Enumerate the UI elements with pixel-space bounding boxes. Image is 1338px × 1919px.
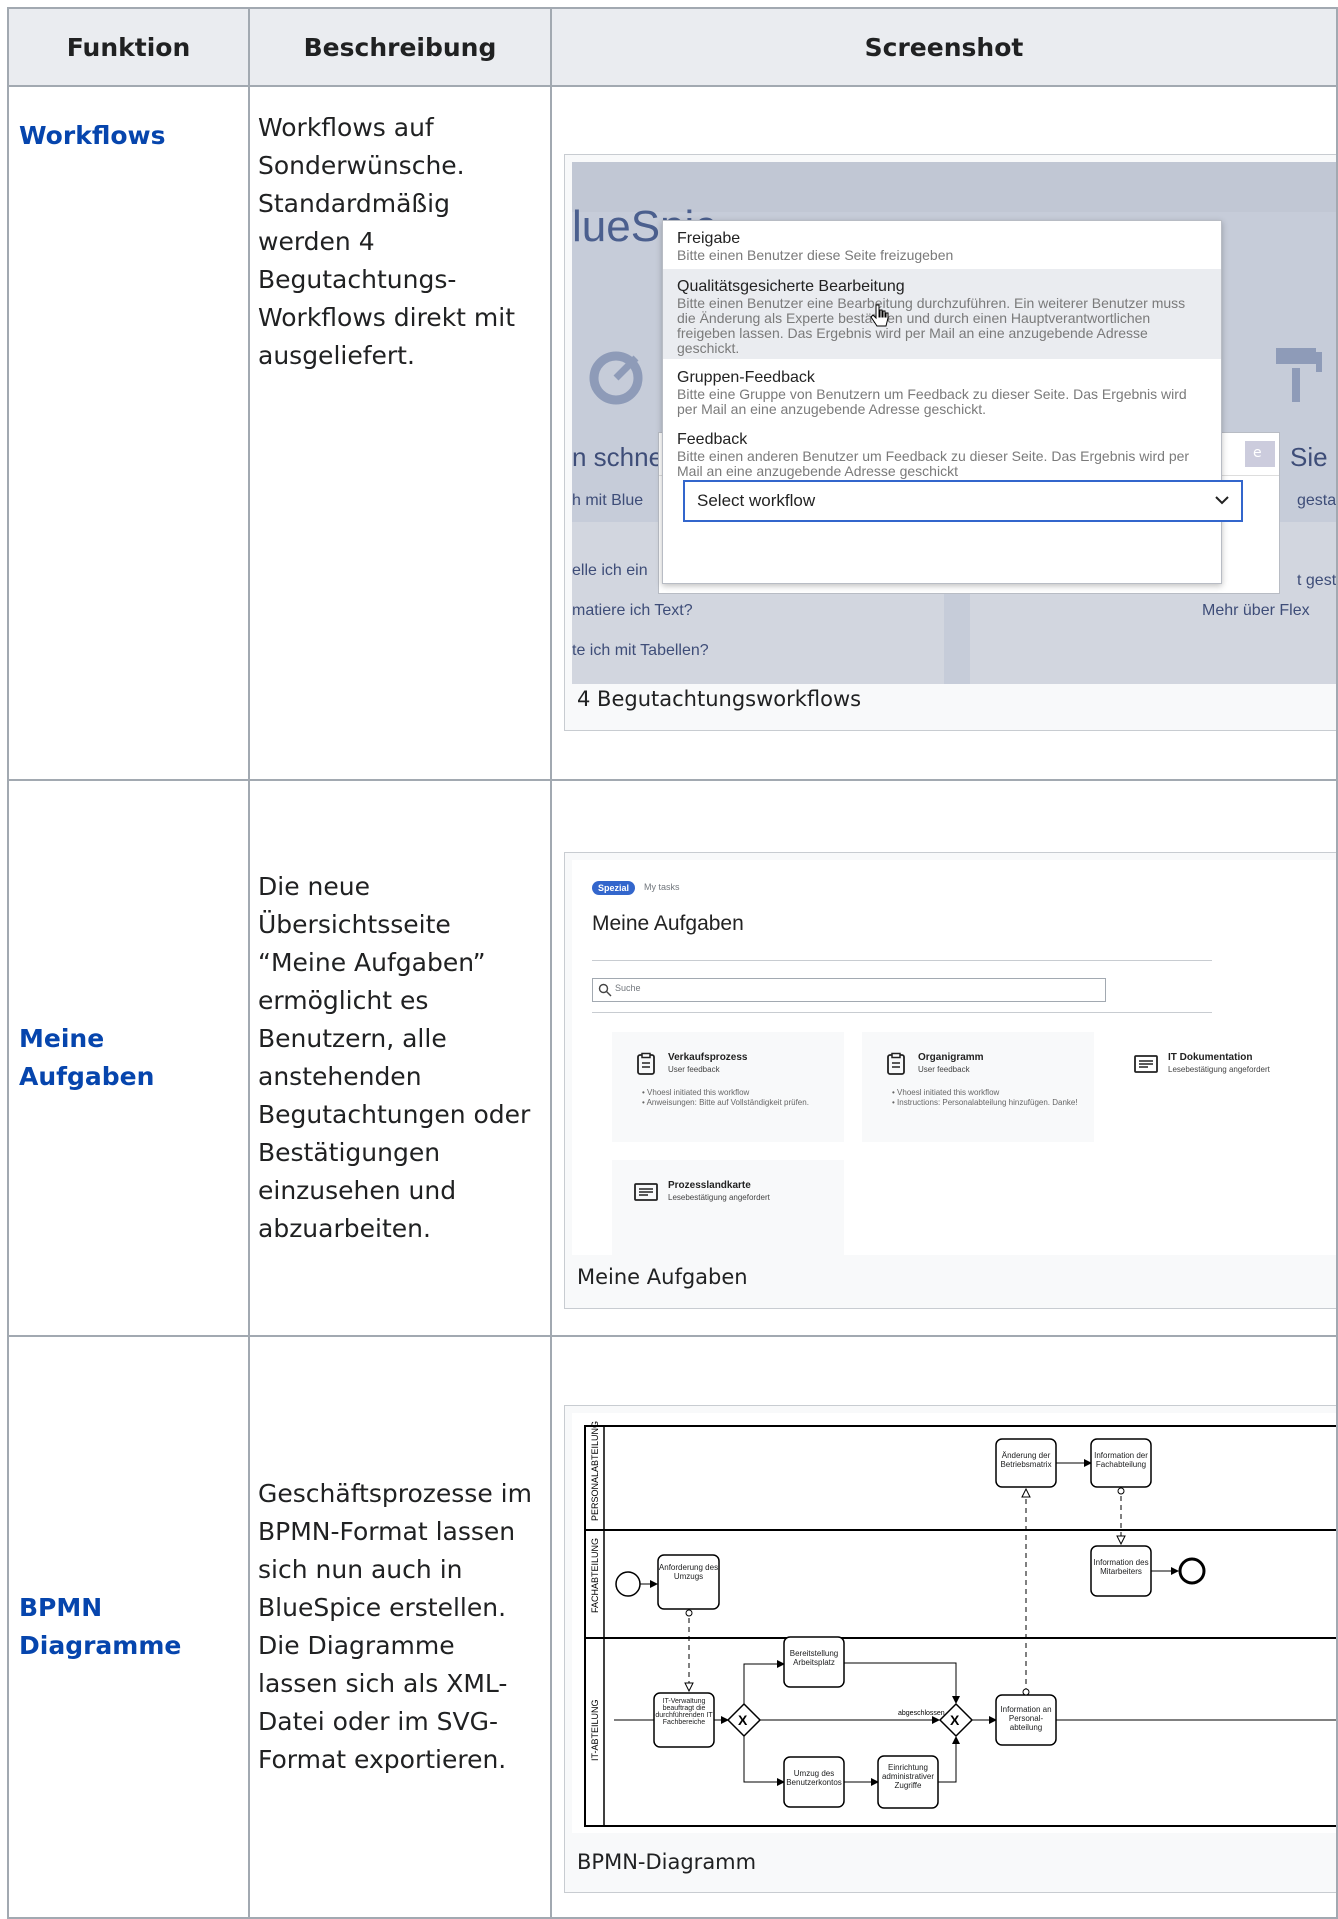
workflow-option[interactable]: Gruppen-Feedback Bitte eine Gruppe von B… bbox=[663, 359, 1221, 419]
table-row: Workflows Workflows auf Sonderwünsche. S… bbox=[7, 85, 1338, 781]
bg-text: gestalt bbox=[1297, 492, 1337, 509]
modal-button-fragment: e bbox=[1253, 445, 1262, 461]
hand-cursor-icon bbox=[870, 304, 889, 327]
description-cell: Die neue Übersichtsseite “Meine Aufgaben… bbox=[248, 779, 552, 1337]
clipboard-icon bbox=[887, 1052, 905, 1075]
thumb-caption: BPMN-Diagramm bbox=[577, 1850, 757, 1874]
bpmn-diagramme-link[interactable]: BPMN Diagramme bbox=[19, 1593, 181, 1660]
document-icon bbox=[634, 1183, 658, 1201]
bpmn-screenshot[interactable]: PERSONALABTEILUNG FACHABTEILUNG IT-ABTEI… bbox=[572, 1413, 1335, 1833]
bg-text: t gesta bbox=[1297, 572, 1337, 589]
description-text: Workflows auf Sonderwünsche. Standardmäß… bbox=[258, 113, 516, 370]
description-cell: Workflows auf Sonderwünsche. Standardmäß… bbox=[248, 85, 552, 781]
lane-label: FACHABTEILUNG bbox=[590, 1538, 600, 1613]
document-icon bbox=[1134, 1055, 1158, 1073]
workflow-option[interactable]: Feedback Bitte einen anderen Benutzer um… bbox=[663, 419, 1221, 481]
bg-heading-right: Sie Ih bbox=[1290, 442, 1335, 472]
header-funktion: Funktion bbox=[7, 7, 250, 87]
screenshot-thumb: lueSpic n schne h mit Blue elle ich ein bbox=[564, 154, 1337, 731]
table-row: Meine Aufgaben Die neue Übersichtsseite … bbox=[7, 779, 1338, 1337]
page-title: Meine Aufgaben bbox=[592, 912, 744, 935]
spezial-badge: Spezial bbox=[592, 881, 636, 895]
bg-link: matiere ich Text? bbox=[572, 602, 693, 619]
workflows-link[interactable]: Workflows bbox=[19, 121, 166, 150]
description-text: Geschäftsprozesse im BPMN-Format lassen … bbox=[258, 1479, 532, 1774]
bpmn-diagram: PERSONALABTEILUNG FACHABTEILUNG IT-ABTEI… bbox=[584, 1421, 1335, 1827]
function-cell: Meine Aufgaben bbox=[7, 779, 250, 1337]
header-beschreibung: Beschreibung bbox=[248, 7, 552, 87]
task-card[interactable]: Verkaufsprozess User feedback • Vhoesl i… bbox=[612, 1032, 844, 1142]
task-card[interactable]: IT Dokumentation Lesebestätigung angefor… bbox=[1112, 1032, 1335, 1142]
search-icon bbox=[598, 983, 612, 997]
header-screenshot: Screenshot bbox=[550, 7, 1338, 87]
lane-label: IT-ABTEILUNG bbox=[590, 1699, 600, 1761]
function-cell: Workflows bbox=[7, 85, 250, 781]
gauge-icon bbox=[589, 351, 643, 405]
feature-table: Funktion Beschreibung Screenshot Workflo… bbox=[7, 7, 1338, 1919]
screenshot-thumb: PERSONALABTEILUNG FACHABTEILUNG IT-ABTEI… bbox=[564, 1405, 1335, 1893]
bg-text: h mit Blue bbox=[572, 492, 644, 509]
description-text: Die neue Übersichtsseite “Meine Aufgaben… bbox=[258, 872, 531, 1243]
select-workflow-dropdown[interactable]: Select workflow bbox=[683, 480, 1243, 522]
bg-heading-left: n schne bbox=[572, 442, 664, 472]
bg-link: Mehr über Flex bbox=[1202, 602, 1310, 619]
bg-link: te ich mit Tabellen? bbox=[572, 642, 709, 659]
paint-roller-icon bbox=[1276, 348, 1322, 402]
thumb-caption: Meine Aufgaben bbox=[577, 1265, 748, 1289]
workflow-dropdown: Freigabe Bitte einen Benutzer diese Seit… bbox=[662, 220, 1222, 584]
table-header-row: Funktion Beschreibung Screenshot bbox=[7, 7, 1338, 87]
screenshot-cell: lueSpic n schne h mit Blue elle ich ein bbox=[550, 85, 1338, 781]
lane-label: PERSONALABTEILUNG bbox=[590, 1421, 600, 1521]
svg-text:X: X bbox=[950, 1712, 960, 1728]
workflows-screenshot[interactable]: lueSpic n schne h mit Blue elle ich ein bbox=[572, 162, 1337, 684]
bg-link: elle ich ein bbox=[572, 562, 648, 579]
thumb-caption: 4 Begutachtungsworkflows bbox=[577, 687, 862, 711]
meine-aufgaben-link[interactable]: Meine Aufgaben bbox=[19, 1024, 154, 1091]
screenshot-cell: Spezial My tasks Meine Aufgaben Suche Ve… bbox=[550, 779, 1338, 1337]
workflow-option[interactable]: Freigabe Bitte einen Benutzer diese Seit… bbox=[663, 221, 1221, 269]
search-input[interactable]: Suche bbox=[592, 978, 1106, 1002]
chevron-down-icon bbox=[1215, 496, 1229, 505]
description-cell: Geschäftsprozesse im BPMN-Format lassen … bbox=[248, 1335, 552, 1919]
flow-label: abgeschlossen bbox=[898, 1710, 945, 1717]
screenshot-thumb: Spezial My tasks Meine Aufgaben Suche Ve… bbox=[564, 852, 1335, 1309]
task-card[interactable]: Prozesslandkarte Lesebestätigung angefor… bbox=[612, 1160, 844, 1255]
screenshot-cell: PERSONALABTEILUNG FACHABTEILUNG IT-ABTEI… bbox=[550, 1335, 1338, 1919]
table-row: BPMN Diagramme Geschäftsprozesse im BPMN… bbox=[7, 1335, 1338, 1919]
breadcrumb: My tasks bbox=[644, 882, 680, 892]
meine-aufgaben-screenshot[interactable]: Spezial My tasks Meine Aufgaben Suche Ve… bbox=[572, 860, 1335, 1255]
task-card[interactable]: Organigramm User feedback • Vhoesl initi… bbox=[862, 1032, 1094, 1142]
workflow-option-highlighted[interactable]: Qualitätsgesicherte Bearbeitung Bitte ei… bbox=[663, 269, 1221, 359]
svg-text:X: X bbox=[738, 1712, 748, 1728]
clipboard-icon bbox=[637, 1052, 655, 1075]
function-cell: BPMN Diagramme bbox=[7, 1335, 250, 1919]
